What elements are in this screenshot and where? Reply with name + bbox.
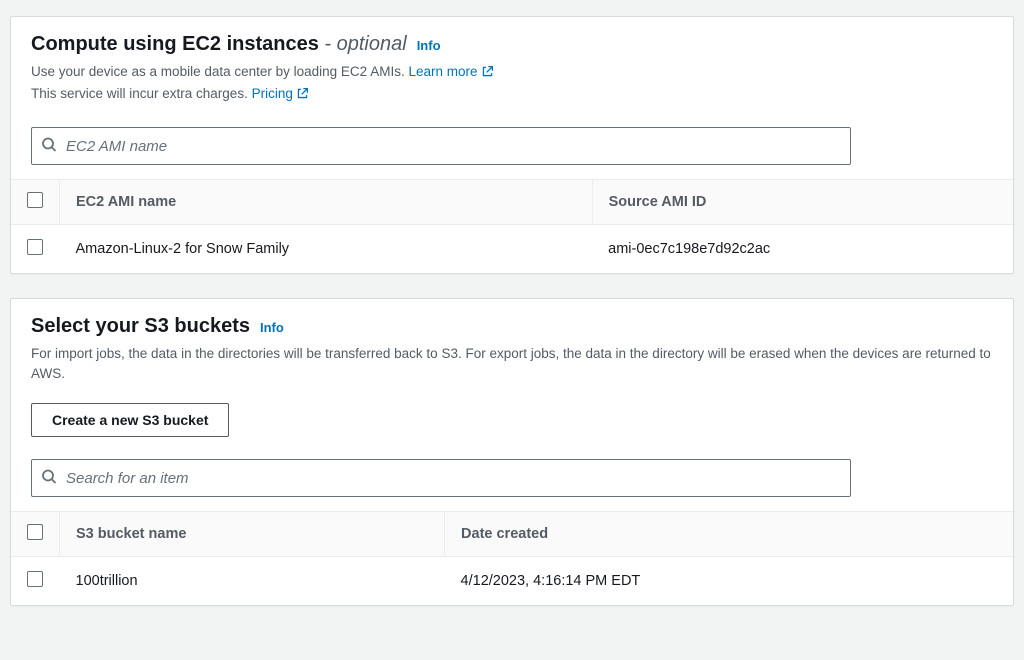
ec2-col-source[interactable]: Source AMI ID <box>592 180 1013 225</box>
s3-row-date: 4/12/2023, 4:16:14 PM EDT <box>445 557 1013 606</box>
s3-row-checkbox[interactable] <box>27 571 43 587</box>
s3-panel: Select your S3 buckets Info For import j… <box>10 298 1014 606</box>
ec2-select-all-checkbox[interactable] <box>27 192 43 208</box>
table-row: Amazon-Linux-2 for Snow Family ami-0ec7c… <box>11 225 1013 274</box>
s3-description: For import jobs, the data in the directo… <box>31 344 993 383</box>
s3-bucket-table: S3 bucket name Date created 100trillion … <box>11 511 1013 605</box>
ec2-row-name: Amazon-Linux-2 for Snow Family <box>60 225 593 274</box>
create-s3-bucket-button[interactable]: Create a new S3 bucket <box>31 403 229 437</box>
s3-row-name: 100trillion <box>60 557 445 606</box>
ec2-ami-search-input[interactable] <box>31 127 851 165</box>
ec2-ami-table: EC2 AMI name Source AMI ID Amazon-Linux-… <box>11 179 1013 273</box>
learn-more-link[interactable]: Learn more <box>408 64 493 79</box>
s3-col-date[interactable]: Date created <box>445 512 1013 557</box>
s3-info-link[interactable]: Info <box>260 320 284 335</box>
s3-search-wrap <box>31 459 851 497</box>
table-row: 100trillion 4/12/2023, 4:16:14 PM EDT <box>11 557 1013 606</box>
search-icon <box>41 469 57 488</box>
ec2-panel: Compute using EC2 instances - optional I… <box>10 16 1014 274</box>
pricing-link[interactable]: Pricing <box>252 86 309 101</box>
ec2-description: Use your device as a mobile data center … <box>31 62 993 105</box>
ec2-search-wrap <box>31 127 851 165</box>
ec2-panel-header: Compute using EC2 instances - optional I… <box>11 17 1013 117</box>
s3-title: Select your S3 buckets <box>31 315 250 338</box>
ec2-row-source: ami-0ec7c198e7d92c2ac <box>592 225 1013 274</box>
external-link-icon <box>481 64 494 84</box>
ec2-optional-label: - optional <box>319 33 407 55</box>
s3-search-input[interactable] <box>31 459 851 497</box>
ec2-col-name[interactable]: EC2 AMI name <box>60 180 593 225</box>
ec2-title: Compute using EC2 instances <box>31 33 319 55</box>
external-link-icon <box>296 86 309 106</box>
search-icon <box>41 137 57 156</box>
ec2-row-checkbox[interactable] <box>27 239 43 255</box>
s3-panel-header: Select your S3 buckets Info For import j… <box>11 299 1013 395</box>
s3-select-all-checkbox[interactable] <box>27 524 43 540</box>
s3-col-name[interactable]: S3 bucket name <box>60 512 445 557</box>
ec2-info-link[interactable]: Info <box>417 38 441 53</box>
